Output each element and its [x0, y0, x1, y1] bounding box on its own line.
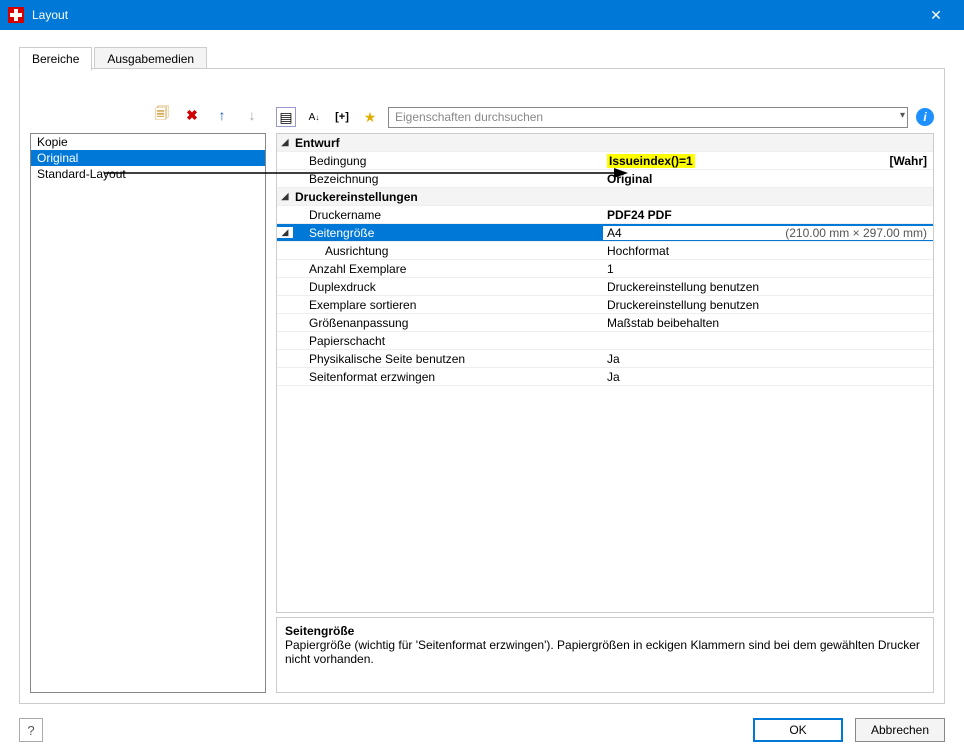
- prop-ausrichtung[interactable]: Ausrichtung Hochformat: [277, 242, 933, 260]
- highlighted-value: Issueindex()=1: [607, 154, 695, 168]
- category-entwurf[interactable]: ◢ Entwurf: [277, 134, 933, 152]
- property-description: Seitengröße Papiergröße (wichtig für 'Se…: [276, 617, 934, 693]
- description-title: Seitengröße: [285, 624, 925, 638]
- layout-list-pane: 🗐 ✖ ↑ ↓ Kopie Original Standard-Layout: [30, 101, 266, 693]
- list-item[interactable]: Original: [31, 150, 265, 166]
- category-drucker[interactable]: ◢ Druckereinstellungen: [277, 188, 933, 206]
- dialog-footer: OK Abbrechen: [753, 718, 945, 742]
- close-icon[interactable]: ✕: [916, 7, 956, 24]
- prop-groessen[interactable]: Größenanpassung Maßstab beibehalten: [277, 314, 933, 332]
- tab-bereiche[interactable]: Bereiche: [19, 47, 92, 71]
- copy-icon[interactable]: 🗐: [152, 105, 172, 125]
- add-property-icon[interactable]: [+]: [332, 107, 352, 127]
- chevron-down-icon[interactable]: ▾: [900, 110, 905, 121]
- search-placeholder: Eigenschaften durchsuchen: [395, 110, 543, 124]
- prop-seitfmt[interactable]: Seitenformat erzwingen Ja: [277, 368, 933, 386]
- prop-druckername[interactable]: Druckername PDF24 PDF: [277, 206, 933, 224]
- description-text: Papiergröße (wichtig für 'Seitenformat e…: [285, 638, 925, 666]
- tab-panel: 🗐 ✖ ↑ ↓ Kopie Original Standard-Layout ▤…: [19, 68, 945, 704]
- cancel-button[interactable]: Abbrechen: [855, 718, 945, 742]
- info-icon[interactable]: i: [916, 108, 934, 126]
- delete-icon[interactable]: ✖: [182, 105, 202, 125]
- window-title: Layout: [32, 8, 916, 22]
- list-item[interactable]: Kopie: [31, 134, 265, 150]
- collapse-icon[interactable]: ◢: [277, 137, 293, 148]
- app-icon: [8, 7, 24, 23]
- sort-az-icon[interactable]: A↓: [304, 107, 324, 127]
- prop-seitengroesse[interactable]: ◢ Seitengröße A4 (210.00 mm × 297.00 mm): [277, 224, 933, 242]
- title-bar: Layout ✕: [0, 0, 964, 30]
- property-pane: ▤ A↓ [+] ★ Eigenschaften durchsuchen ▾ i…: [276, 101, 934, 693]
- list-item[interactable]: Standard-Layout: [31, 166, 265, 182]
- prop-sortieren[interactable]: Exemplare sortieren Druckereinstellung b…: [277, 296, 933, 314]
- ok-button[interactable]: OK: [753, 718, 843, 742]
- search-input[interactable]: Eigenschaften durchsuchen ▾: [388, 107, 908, 128]
- prop-schacht[interactable]: Papierschacht: [277, 332, 933, 350]
- prop-bedingung[interactable]: Bedingung Issueindex()=1 [Wahr]: [277, 152, 933, 170]
- star-icon[interactable]: ★: [360, 107, 380, 127]
- arrow-up-icon[interactable]: ↑: [212, 105, 232, 125]
- expand-icon[interactable]: ◢: [277, 227, 293, 238]
- prop-bezeichnung[interactable]: Bezeichnung Original: [277, 170, 933, 188]
- categorize-icon[interactable]: ▤: [276, 107, 296, 127]
- help-button[interactable]: ?: [19, 718, 43, 742]
- prop-physseite[interactable]: Physikalische Seite benutzen Ja: [277, 350, 933, 368]
- prop-duplex[interactable]: Duplexdruck Druckereinstellung benutzen: [277, 278, 933, 296]
- arrow-down-icon[interactable]: ↓: [242, 105, 262, 125]
- layout-list[interactable]: Kopie Original Standard-Layout: [30, 133, 266, 693]
- property-grid[interactable]: ◢ Entwurf Bedingung Issueindex()=1 [Wahr…: [276, 133, 934, 613]
- property-toolbar: ▤ A↓ [+] ★ Eigenschaften durchsuchen ▾ i: [276, 105, 934, 129]
- layout-list-toolbar: 🗐 ✖ ↑ ↓: [152, 105, 262, 125]
- prop-anzahl[interactable]: Anzahl Exemplare 1: [277, 260, 933, 278]
- collapse-icon[interactable]: ◢: [277, 191, 293, 202]
